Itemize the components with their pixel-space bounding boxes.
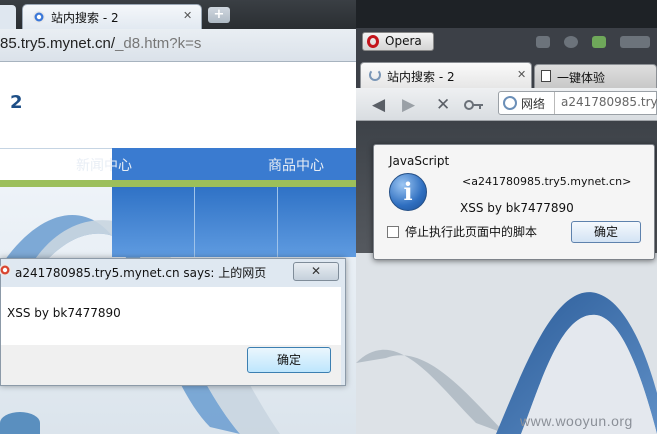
watermark: www.wooyun.org [520, 413, 633, 429]
address-url: a241780985.try5 [561, 95, 657, 109]
ok-button[interactable]: 确定 [247, 347, 331, 373]
url-host: 85.try5.mynet.cn/ [0, 35, 116, 52]
chrome-tab-title: 站内搜索 - 2 [51, 11, 119, 25]
window-controls[interactable] [620, 36, 650, 48]
address-separator [554, 92, 555, 114]
chrome-favicon [33, 11, 45, 23]
opera-address-bar[interactable]: 网络 a241780985.try5 [498, 91, 657, 115]
forward-icon[interactable]: ▶ [402, 95, 415, 115]
stop-scripts-label: 停止执行此页面中的脚本 [405, 225, 538, 239]
info-icon: i [389, 173, 427, 211]
nav-item-news[interactable]: 新闻中心 [76, 155, 132, 175]
chrome-tab-partial[interactable] [0, 5, 16, 29]
close-icon[interactable]: ✕ [293, 262, 339, 281]
unite-icon[interactable] [592, 36, 606, 48]
opera-tab-inactive[interactable]: 一键体验 [534, 64, 657, 88]
dialog-origin: <a241780985.try5.mynet.cn> [462, 175, 632, 188]
close-icon[interactable]: ✕ [183, 9, 192, 22]
nav-item-products[interactable]: 商品中心 [268, 155, 324, 175]
opera-alert-dialog: JavaScript i <a241780985.try5.mynet.cn> … [373, 144, 655, 260]
chrome-alert-dialog: a241780985.try5.mynet.cn says: 上的网页 ✕ XS… [0, 258, 346, 386]
chrome-window: 站内搜索 - 2 ✕ + 85.try5.mynet.cn/_d8.htm?k=… [0, 0, 356, 434]
globe-icon [503, 96, 517, 110]
security-label: 网络 [521, 97, 546, 111]
panel-icon[interactable] [536, 36, 550, 48]
stop-scripts-checkbox[interactable] [387, 226, 399, 238]
opera-tab-title: 站内搜索 - 2 [387, 70, 455, 84]
gear-icon[interactable] [564, 36, 578, 48]
page-icon [541, 70, 551, 82]
page-heading: 2 [10, 92, 23, 113]
ribbon-graphic [356, 292, 657, 434]
dialog-message: XSS by bk7477890 [460, 201, 574, 215]
chrome-address-bar[interactable]: 85.try5.mynet.cn/_d8.htm?k=s [0, 35, 201, 52]
opera-menu-label: Opera [385, 34, 422, 48]
back-icon[interactable]: ◀ [372, 95, 385, 115]
url-path: _d8.htm?k=s [115, 35, 202, 52]
new-tab-icon[interactable]: + [208, 7, 230, 23]
chrome-tab-active[interactable]: 站内搜索 - 2 ✕ [22, 4, 202, 29]
green-divider [0, 180, 356, 187]
ribbon-fragment [0, 412, 40, 434]
dialog-title: a241780985.try5.mynet.cn says: 上的网页 [15, 266, 267, 280]
nav-banner-block [278, 187, 356, 257]
ok-button[interactable]: 确定 [571, 221, 641, 243]
opera-menu-button[interactable]: Opera [362, 32, 434, 51]
nav-banner-block [195, 187, 278, 257]
close-icon[interactable]: ✕ [517, 68, 526, 81]
opera-logo-icon [367, 35, 379, 48]
dialog-message: XSS by bk7477890 [7, 306, 121, 320]
dialog-heading: JavaScript [389, 154, 450, 168]
loading-icon [369, 69, 381, 81]
chrome-favicon [0, 264, 11, 276]
nav-banner-block [112, 187, 195, 257]
opera-tab-active[interactable]: 站内搜索 - 2 ✕ [360, 62, 532, 88]
opera-tab-title: 一键体验 [557, 71, 606, 85]
stop-icon[interactable]: ✕ [436, 95, 450, 115]
key-icon[interactable] [464, 99, 484, 111]
